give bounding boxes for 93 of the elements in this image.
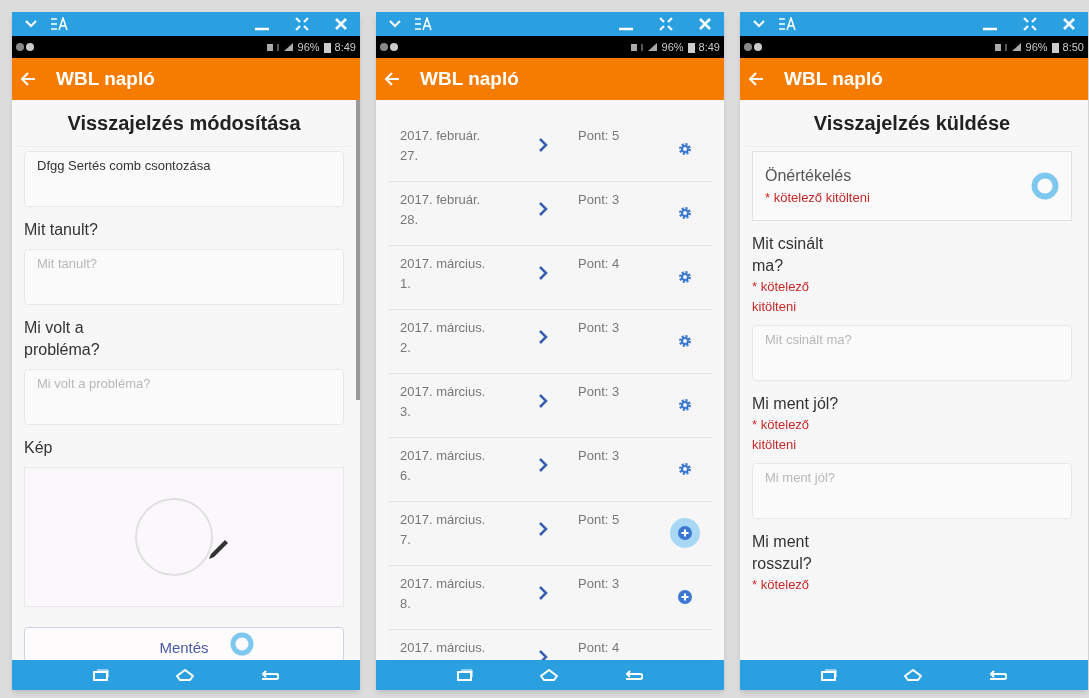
gear-icon[interactable] (679, 143, 691, 155)
notification-icons (744, 42, 764, 52)
chevron-right-icon[interactable] (538, 266, 548, 280)
recent-apps-icon[interactable] (93, 669, 110, 681)
battery-icon (1051, 41, 1059, 53)
row-date: 2017. március. 8. (400, 575, 487, 613)
gear-icon[interactable] (679, 335, 691, 347)
row-date: 2017. március. (400, 639, 487, 657)
text-area[interactable]: Dfgg Sertés comb csontozása (24, 151, 344, 207)
back-arrow-icon[interactable] (20, 71, 36, 87)
rating-label: Önértékelés (765, 166, 853, 186)
chevron-right-icon[interactable] (538, 522, 548, 536)
home-icon[interactable] (176, 669, 194, 681)
battery-icon (323, 41, 331, 53)
back-icon[interactable] (988, 669, 1007, 681)
row-date: 2017. február. 28. (400, 191, 482, 229)
signal-icons (629, 42, 658, 52)
form-title: Visszajelzés módosítása (16, 100, 352, 147)
form-title: Visszajelzés küldése (744, 100, 1080, 147)
back-arrow-icon[interactable] (384, 71, 400, 87)
gear-icon[interactable] (679, 271, 691, 283)
row-date: 2017. március. 7. (400, 511, 487, 549)
save-button[interactable]: Mentés (24, 627, 344, 660)
status-time: 8:50 (1062, 39, 1084, 55)
home-icon[interactable] (904, 669, 922, 681)
row-date: 2017. február. 27. (400, 127, 482, 165)
required-note: * kötelező (752, 575, 811, 594)
home-icon[interactable] (540, 669, 558, 681)
row-points: Pont: 3 (578, 191, 621, 209)
text-size-icon[interactable] (50, 17, 68, 31)
back-arrow-icon[interactable] (748, 71, 764, 87)
spinner-icon (1031, 171, 1059, 200)
gear-icon[interactable] (679, 207, 691, 219)
add-icon[interactable] (678, 526, 692, 540)
close-icon[interactable] (1062, 17, 1076, 31)
row-points: Pont: 5 (578, 511, 621, 529)
field-label: Kép (24, 438, 54, 458)
field-label: Mi ment jól? (752, 393, 840, 414)
row-date: 2017. március. 6. (400, 447, 487, 485)
fullscreen-icon[interactable] (294, 17, 310, 31)
battery-percent: 96% (297, 39, 320, 55)
recent-apps-icon[interactable] (457, 669, 474, 681)
close-icon[interactable] (334, 17, 348, 31)
chevron-right-icon[interactable] (538, 458, 548, 472)
signal-icons (993, 42, 1022, 52)
chevron-right-icon[interactable] (538, 394, 548, 408)
app-title: WBL napló (420, 66, 519, 91)
row-points: Pont: 4 (578, 639, 621, 657)
field-label: Mit tanult? (24, 220, 99, 240)
row-points: Pont: 3 (578, 383, 621, 401)
required-note: * kötelező kitölteni (752, 277, 811, 316)
chevron-right-icon[interactable] (538, 202, 548, 216)
text-size-icon[interactable] (414, 17, 432, 31)
recent-apps-icon[interactable] (821, 669, 838, 681)
status-time: 8:49 (334, 39, 356, 55)
fullscreen-icon[interactable] (658, 17, 674, 31)
field-label: Mi volt a probléma? (24, 318, 101, 360)
close-icon[interactable] (698, 17, 712, 31)
gear-icon[interactable] (679, 399, 691, 411)
text-size-icon[interactable] (778, 17, 796, 31)
field-label: Mi ment rosszul? (752, 531, 813, 574)
chevron-right-icon[interactable] (538, 586, 548, 600)
app-title: WBL napló (56, 66, 155, 91)
row-points: Pont: 3 (578, 575, 621, 593)
fullscreen-icon[interactable] (1022, 17, 1038, 31)
app-title: WBL napló (784, 66, 883, 91)
spinner-icon (230, 632, 254, 656)
required-note: * kötelező kitölteni (752, 415, 811, 454)
row-date: 2017. március. 3. (400, 383, 487, 421)
status-time: 8:49 (698, 39, 720, 55)
battery-percent: 96% (661, 39, 684, 55)
pressed-highlight[interactable] (670, 518, 700, 548)
row-points: Pont: 3 (578, 447, 621, 465)
chevron-right-icon[interactable] (538, 650, 548, 660)
signal-icons (265, 42, 294, 52)
row-points: Pont: 3 (578, 319, 621, 337)
rating-card[interactable]: Önértékelés * kötelező kitölteni (752, 151, 1072, 221)
battery-percent: 96% (1025, 39, 1048, 55)
notification-icons (380, 42, 400, 52)
battery-icon (687, 41, 695, 53)
row-points: Pont: 4 (578, 255, 621, 273)
row-points: Pont: 5 (578, 127, 621, 145)
back-icon[interactable] (624, 669, 643, 681)
notification-icons (16, 42, 36, 52)
chevron-right-icon[interactable] (538, 330, 548, 344)
field-label: Mit csinált ma? (752, 233, 825, 276)
gear-icon[interactable] (679, 463, 691, 475)
row-date: 2017. március. 2. (400, 319, 487, 357)
back-icon[interactable] (260, 669, 279, 681)
chevron-right-icon[interactable] (538, 138, 548, 152)
required-note: * kötelező kitölteni (765, 189, 871, 207)
add-icon[interactable] (678, 590, 692, 604)
row-date: 2017. március. 1. (400, 255, 487, 293)
